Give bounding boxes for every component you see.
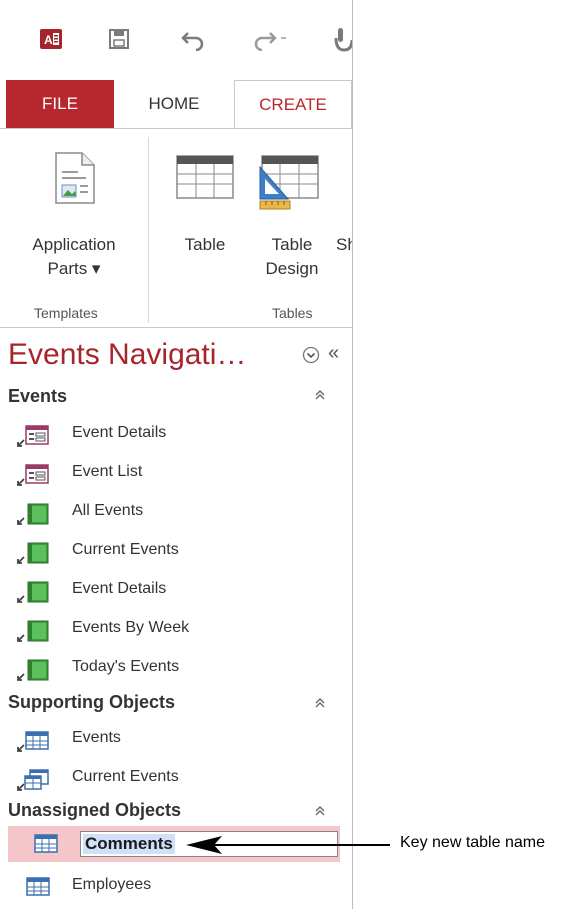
callout-label: Key new table name [400,834,545,851]
callout-arrow-icon [186,836,390,854]
